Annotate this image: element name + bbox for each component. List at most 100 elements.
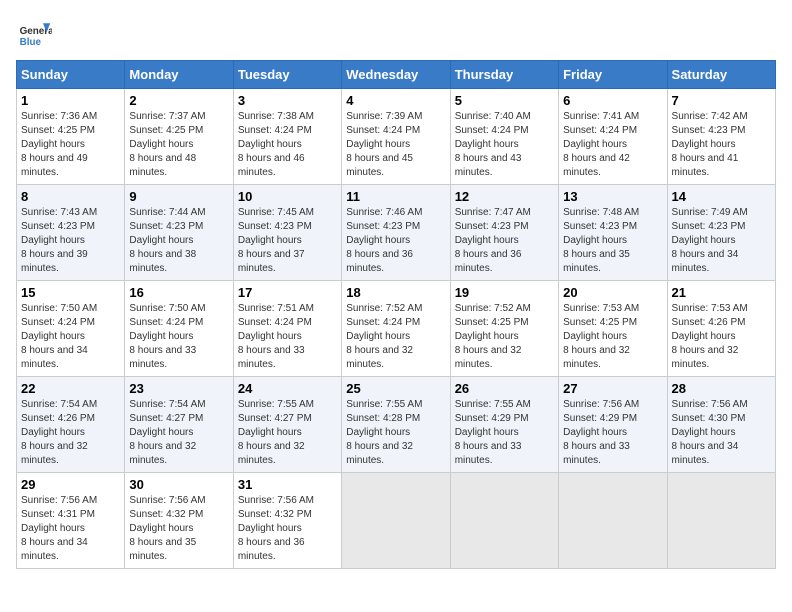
day-info: Sunrise: 7:44 AM Sunset: 4:23 PM Dayligh… xyxy=(129,206,228,276)
sunrise-label: Sunrise: 7:39 AM xyxy=(346,111,422,122)
day-number: 15 xyxy=(21,285,120,300)
sunrise-label: Sunrise: 7:40 AM xyxy=(455,111,531,122)
day-number: 29 xyxy=(21,477,120,492)
sunset-label: Sunset: 4:30 PM xyxy=(672,413,746,424)
calendar-day-26: 26 Sunrise: 7:55 AM Sunset: 4:29 PM Dayl… xyxy=(450,377,558,473)
header: General Blue xyxy=(16,16,776,52)
day-info: Sunrise: 7:55 AM Sunset: 4:28 PM Dayligh… xyxy=(346,398,445,468)
sunset-label: Sunset: 4:26 PM xyxy=(21,413,95,424)
sunset-label: Sunset: 4:24 PM xyxy=(455,125,529,136)
day-info: Sunrise: 7:36 AM Sunset: 4:25 PM Dayligh… xyxy=(21,110,120,180)
sunset-label: Sunset: 4:23 PM xyxy=(21,221,95,232)
day-info: Sunrise: 7:45 AM Sunset: 4:23 PM Dayligh… xyxy=(238,206,337,276)
daylight-duration: 8 hours and 32 minutes. xyxy=(129,441,196,466)
day-number: 13 xyxy=(563,189,662,204)
sunset-label: Sunset: 4:23 PM xyxy=(563,221,637,232)
sunset-label: Sunset: 4:29 PM xyxy=(563,413,637,424)
daylight-label: Daylight hours xyxy=(563,139,627,150)
calendar-table: SundayMondayTuesdayWednesdayThursdayFrid… xyxy=(16,60,776,569)
logo-icon: General Blue xyxy=(16,16,52,52)
empty-cell xyxy=(667,473,775,569)
day-info: Sunrise: 7:50 AM Sunset: 4:24 PM Dayligh… xyxy=(21,302,120,372)
calendar-week-5: 29 Sunrise: 7:56 AM Sunset: 4:31 PM Dayl… xyxy=(17,473,776,569)
daylight-label: Daylight hours xyxy=(455,139,519,150)
calendar-day-5: 5 Sunrise: 7:40 AM Sunset: 4:24 PM Dayli… xyxy=(450,89,558,185)
daylight-duration: 8 hours and 42 minutes. xyxy=(563,153,630,178)
calendar-day-23: 23 Sunrise: 7:54 AM Sunset: 4:27 PM Dayl… xyxy=(125,377,233,473)
calendar-day-6: 6 Sunrise: 7:41 AM Sunset: 4:24 PM Dayli… xyxy=(559,89,667,185)
sunrise-label: Sunrise: 7:56 AM xyxy=(21,495,97,506)
sunrise-label: Sunrise: 7:47 AM xyxy=(455,207,531,218)
daylight-duration: 8 hours and 33 minutes. xyxy=(129,345,196,370)
day-number: 20 xyxy=(563,285,662,300)
sunset-label: Sunset: 4:32 PM xyxy=(238,509,312,520)
sunset-label: Sunset: 4:26 PM xyxy=(672,317,746,328)
sunrise-label: Sunrise: 7:38 AM xyxy=(238,111,314,122)
sunset-label: Sunset: 4:31 PM xyxy=(21,509,95,520)
daylight-label: Daylight hours xyxy=(238,523,302,534)
sunset-label: Sunset: 4:23 PM xyxy=(672,125,746,136)
day-number: 12 xyxy=(455,189,554,204)
day-info: Sunrise: 7:42 AM Sunset: 4:23 PM Dayligh… xyxy=(672,110,771,180)
day-info: Sunrise: 7:54 AM Sunset: 4:27 PM Dayligh… xyxy=(129,398,228,468)
sunset-label: Sunset: 4:24 PM xyxy=(129,317,203,328)
sunset-label: Sunset: 4:23 PM xyxy=(238,221,312,232)
sunrise-label: Sunrise: 7:54 AM xyxy=(129,399,205,410)
daylight-label: Daylight hours xyxy=(238,427,302,438)
day-number: 27 xyxy=(563,381,662,396)
calendar-day-4: 4 Sunrise: 7:39 AM Sunset: 4:24 PM Dayli… xyxy=(342,89,450,185)
weekday-header-monday: Monday xyxy=(125,61,233,89)
daylight-label: Daylight hours xyxy=(238,235,302,246)
daylight-duration: 8 hours and 45 minutes. xyxy=(346,153,413,178)
daylight-label: Daylight hours xyxy=(672,331,736,342)
daylight-label: Daylight hours xyxy=(672,235,736,246)
day-info: Sunrise: 7:51 AM Sunset: 4:24 PM Dayligh… xyxy=(238,302,337,372)
daylight-duration: 8 hours and 34 minutes. xyxy=(21,345,88,370)
sunrise-label: Sunrise: 7:44 AM xyxy=(129,207,205,218)
day-info: Sunrise: 7:56 AM Sunset: 4:31 PM Dayligh… xyxy=(21,494,120,564)
calendar-day-14: 14 Sunrise: 7:49 AM Sunset: 4:23 PM Dayl… xyxy=(667,185,775,281)
daylight-duration: 8 hours and 32 minutes. xyxy=(672,345,739,370)
calendar-day-11: 11 Sunrise: 7:46 AM Sunset: 4:23 PM Dayl… xyxy=(342,185,450,281)
sunrise-label: Sunrise: 7:42 AM xyxy=(672,111,748,122)
day-number: 26 xyxy=(455,381,554,396)
day-number: 16 xyxy=(129,285,228,300)
daylight-label: Daylight hours xyxy=(21,331,85,342)
daylight-duration: 8 hours and 48 minutes. xyxy=(129,153,196,178)
daylight-label: Daylight hours xyxy=(21,523,85,534)
sunrise-label: Sunrise: 7:55 AM xyxy=(346,399,422,410)
daylight-label: Daylight hours xyxy=(346,235,410,246)
day-number: 23 xyxy=(129,381,228,396)
calendar-day-25: 25 Sunrise: 7:55 AM Sunset: 4:28 PM Dayl… xyxy=(342,377,450,473)
daylight-duration: 8 hours and 36 minutes. xyxy=(346,249,413,274)
day-number: 6 xyxy=(563,93,662,108)
calendar-day-30: 30 Sunrise: 7:56 AM Sunset: 4:32 PM Dayl… xyxy=(125,473,233,569)
weekday-header-friday: Friday xyxy=(559,61,667,89)
sunrise-label: Sunrise: 7:52 AM xyxy=(455,303,531,314)
daylight-label: Daylight hours xyxy=(672,139,736,150)
day-number: 7 xyxy=(672,93,771,108)
calendar-day-18: 18 Sunrise: 7:52 AM Sunset: 4:24 PM Dayl… xyxy=(342,281,450,377)
sunrise-label: Sunrise: 7:51 AM xyxy=(238,303,314,314)
sunset-label: Sunset: 4:23 PM xyxy=(672,221,746,232)
sunrise-label: Sunrise: 7:55 AM xyxy=(238,399,314,410)
day-number: 11 xyxy=(346,189,445,204)
sunset-label: Sunset: 4:24 PM xyxy=(346,125,420,136)
sunrise-label: Sunrise: 7:53 AM xyxy=(563,303,639,314)
calendar-day-19: 19 Sunrise: 7:52 AM Sunset: 4:25 PM Dayl… xyxy=(450,281,558,377)
sunset-label: Sunset: 4:24 PM xyxy=(238,317,312,328)
daylight-duration: 8 hours and 32 minutes. xyxy=(238,441,305,466)
daylight-label: Daylight hours xyxy=(455,427,519,438)
daylight-duration: 8 hours and 35 minutes. xyxy=(129,537,196,562)
calendar-day-27: 27 Sunrise: 7:56 AM Sunset: 4:29 PM Dayl… xyxy=(559,377,667,473)
calendar-day-9: 9 Sunrise: 7:44 AM Sunset: 4:23 PM Dayli… xyxy=(125,185,233,281)
daylight-duration: 8 hours and 35 minutes. xyxy=(563,249,630,274)
sunrise-label: Sunrise: 7:52 AM xyxy=(346,303,422,314)
daylight-duration: 8 hours and 33 minutes. xyxy=(455,441,522,466)
calendar-day-12: 12 Sunrise: 7:47 AM Sunset: 4:23 PM Dayl… xyxy=(450,185,558,281)
day-number: 14 xyxy=(672,189,771,204)
sunset-label: Sunset: 4:32 PM xyxy=(129,509,203,520)
daylight-duration: 8 hours and 32 minutes. xyxy=(455,345,522,370)
sunrise-label: Sunrise: 7:54 AM xyxy=(21,399,97,410)
sunset-label: Sunset: 4:25 PM xyxy=(455,317,529,328)
